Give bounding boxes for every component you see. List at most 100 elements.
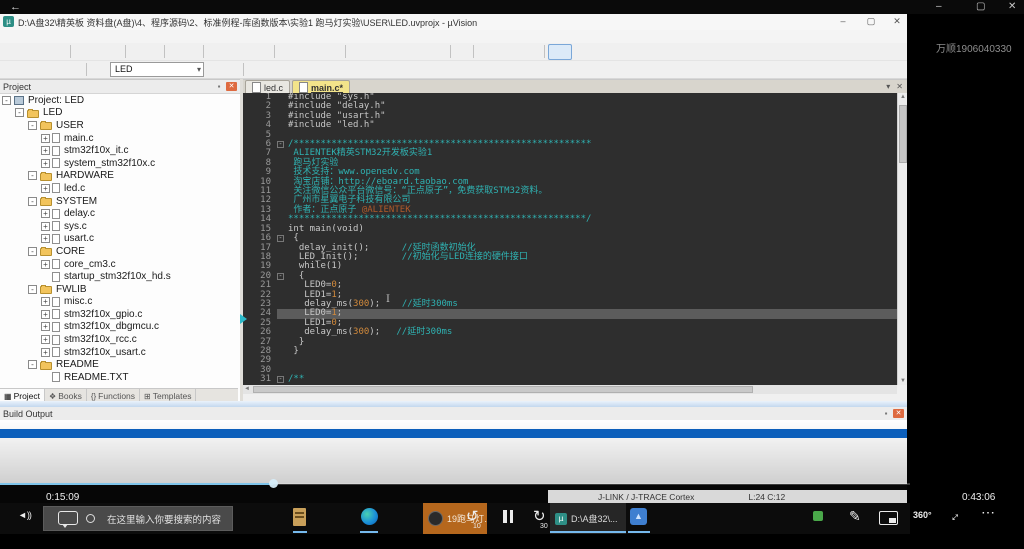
notes-app-icon[interactable]: [293, 508, 306, 526]
toolbar-icon[interactable]: [203, 45, 204, 58]
build-output-line[interactable]: [0, 456, 907, 465]
environment-icon[interactable]: [279, 63, 295, 77]
code-editor[interactable]: 1 #include "sys.h" 2 #include "delay.h" …: [243, 93, 897, 385]
navigate-forward-icon[interactable]: [184, 45, 200, 59]
expand-box[interactable]: -: [28, 360, 37, 369]
outdent-icon[interactable]: [294, 45, 310, 59]
target-select[interactable]: LED: [110, 62, 204, 77]
tree-item[interactable]: + stm32f10x_usart.c: [0, 346, 238, 359]
flash-verify-icon[interactable]: [208, 63, 224, 77]
progress-knob[interactable]: [269, 479, 278, 488]
scroll-left-icon[interactable]: ◄: [244, 386, 250, 392]
expand-box[interactable]: -: [28, 121, 37, 130]
toggle-bookmark-icon[interactable]: [207, 45, 223, 59]
spell-check-icon[interactable]: [399, 45, 415, 59]
expand-box[interactable]: [41, 373, 50, 382]
blue-app-icon[interactable]: ▲: [630, 508, 647, 525]
rebuild-icon[interactable]: [35, 63, 51, 77]
fold-marker[interactable]: [277, 226, 284, 233]
fold-marker[interactable]: [277, 94, 284, 101]
fold-marker[interactable]: [277, 292, 284, 299]
uncomment-icon[interactable]: [326, 45, 342, 59]
fold-marker[interactable]: [277, 207, 284, 214]
more-options-icon[interactable]: ⋯: [981, 504, 996, 521]
paste-icon[interactable]: [106, 45, 122, 59]
toolbar-icon[interactable]: [450, 45, 451, 58]
expand-box[interactable]: -: [15, 108, 24, 117]
fold-marker[interactable]: [277, 348, 284, 355]
build-output-line[interactable]: [0, 447, 907, 456]
fold-marker[interactable]: [277, 169, 284, 176]
expand-box[interactable]: +: [41, 260, 50, 269]
annotate-pencil-icon[interactable]: ✎: [849, 508, 861, 525]
volume-icon[interactable]: ◄)): [18, 510, 31, 520]
fold-marker[interactable]: [277, 103, 284, 110]
player-close-button[interactable]: ✕: [1008, 0, 1016, 14]
navigate-back-icon[interactable]: [168, 45, 184, 59]
scroll-thumb[interactable]: [899, 105, 907, 163]
prev-bookmark-icon[interactable]: [223, 45, 239, 59]
expand-box[interactable]: +: [41, 348, 50, 357]
flash-download-icon[interactable]: [90, 63, 106, 77]
fold-marker[interactable]: [277, 254, 284, 261]
fold-marker[interactable]: [277, 329, 284, 336]
find-icon[interactable]: [454, 45, 470, 59]
expand-box[interactable]: [41, 272, 50, 281]
edit-pen-blue-icon[interactable]: [431, 45, 447, 59]
expand-box[interactable]: -: [2, 96, 11, 105]
expand-box[interactable]: -: [28, 171, 37, 180]
tray-icon[interactable]: [813, 511, 823, 521]
undo-icon[interactable]: [129, 45, 145, 59]
toolbar-icon[interactable]: [274, 45, 275, 58]
uvision-maximize-button[interactable]: ▢: [860, 15, 882, 28]
kill-all-breakpoints-icon[interactable]: [525, 45, 541, 59]
expand-box[interactable]: +: [41, 184, 50, 193]
expand-box[interactable]: +: [41, 134, 50, 143]
expand-box[interactable]: +: [41, 234, 50, 243]
pin-icon[interactable]: ▪: [214, 82, 224, 91]
expand-box[interactable]: +: [41, 159, 50, 168]
edge-browser-icon[interactable]: [361, 508, 378, 525]
tree-item[interactable]: README.TXT: [0, 371, 238, 384]
player-minimize-button[interactable]: –: [936, 0, 942, 14]
batch-build-icon[interactable]: [51, 63, 67, 77]
build-output-line[interactable]: [0, 429, 907, 438]
back-icon[interactable]: ←: [10, 0, 21, 14]
fold-marker[interactable]: -: [277, 273, 284, 280]
forward-30-button[interactable]: ↻30: [533, 509, 546, 524]
build-output-line[interactable]: [0, 464, 907, 473]
fold-marker[interactable]: [277, 197, 284, 204]
build-icon[interactable]: [19, 63, 35, 77]
toolbar-icon[interactable]: [125, 45, 126, 58]
tab-list-dropdown-icon[interactable]: ▾: [886, 82, 890, 91]
fold-marker[interactable]: [277, 188, 284, 195]
player-maximize-button[interactable]: ▢: [976, 0, 985, 14]
fold-marker[interactable]: [277, 216, 284, 223]
open-file-icon[interactable]: [19, 45, 35, 59]
tree-item[interactable]: + usart.c: [0, 233, 238, 246]
build-output-line[interactable]: [0, 473, 907, 482]
picture-in-picture-icon[interactable]: [879, 511, 898, 525]
fold-marker[interactable]: [277, 339, 284, 346]
manage-items-icon[interactable]: [247, 63, 263, 77]
breakpoint-icon[interactable]: [477, 45, 493, 59]
fold-marker[interactable]: [277, 160, 284, 167]
uvision-taskbar-button[interactable]: µ D:\A盘32\...: [550, 503, 626, 534]
rewind-10-button[interactable]: ↺10: [466, 509, 479, 524]
tree-item[interactable]: + misc.c: [0, 296, 238, 309]
toolbar-icon[interactable]: [243, 63, 244, 76]
tree-item[interactable]: - CORE: [0, 245, 238, 258]
indent-icon[interactable]: [278, 45, 294, 59]
expand-box[interactable]: -: [28, 285, 37, 294]
tree-item[interactable]: - Project: LED: [0, 94, 238, 107]
splitter-arrow-icon[interactable]: [240, 314, 247, 324]
tree-item[interactable]: + stm32f10x_gpio.c: [0, 308, 238, 321]
fold-marker[interactable]: [277, 132, 284, 139]
close-icon[interactable]: ✕: [226, 82, 237, 91]
fold-marker[interactable]: [277, 263, 284, 270]
toolbar-icon[interactable]: [86, 63, 87, 76]
tree-item[interactable]: + led.c: [0, 182, 238, 195]
editor-horizontal-scrollbar[interactable]: ◄: [243, 385, 897, 394]
save-all-icon[interactable]: [51, 45, 67, 59]
edit-pen-icon[interactable]: [415, 45, 431, 59]
